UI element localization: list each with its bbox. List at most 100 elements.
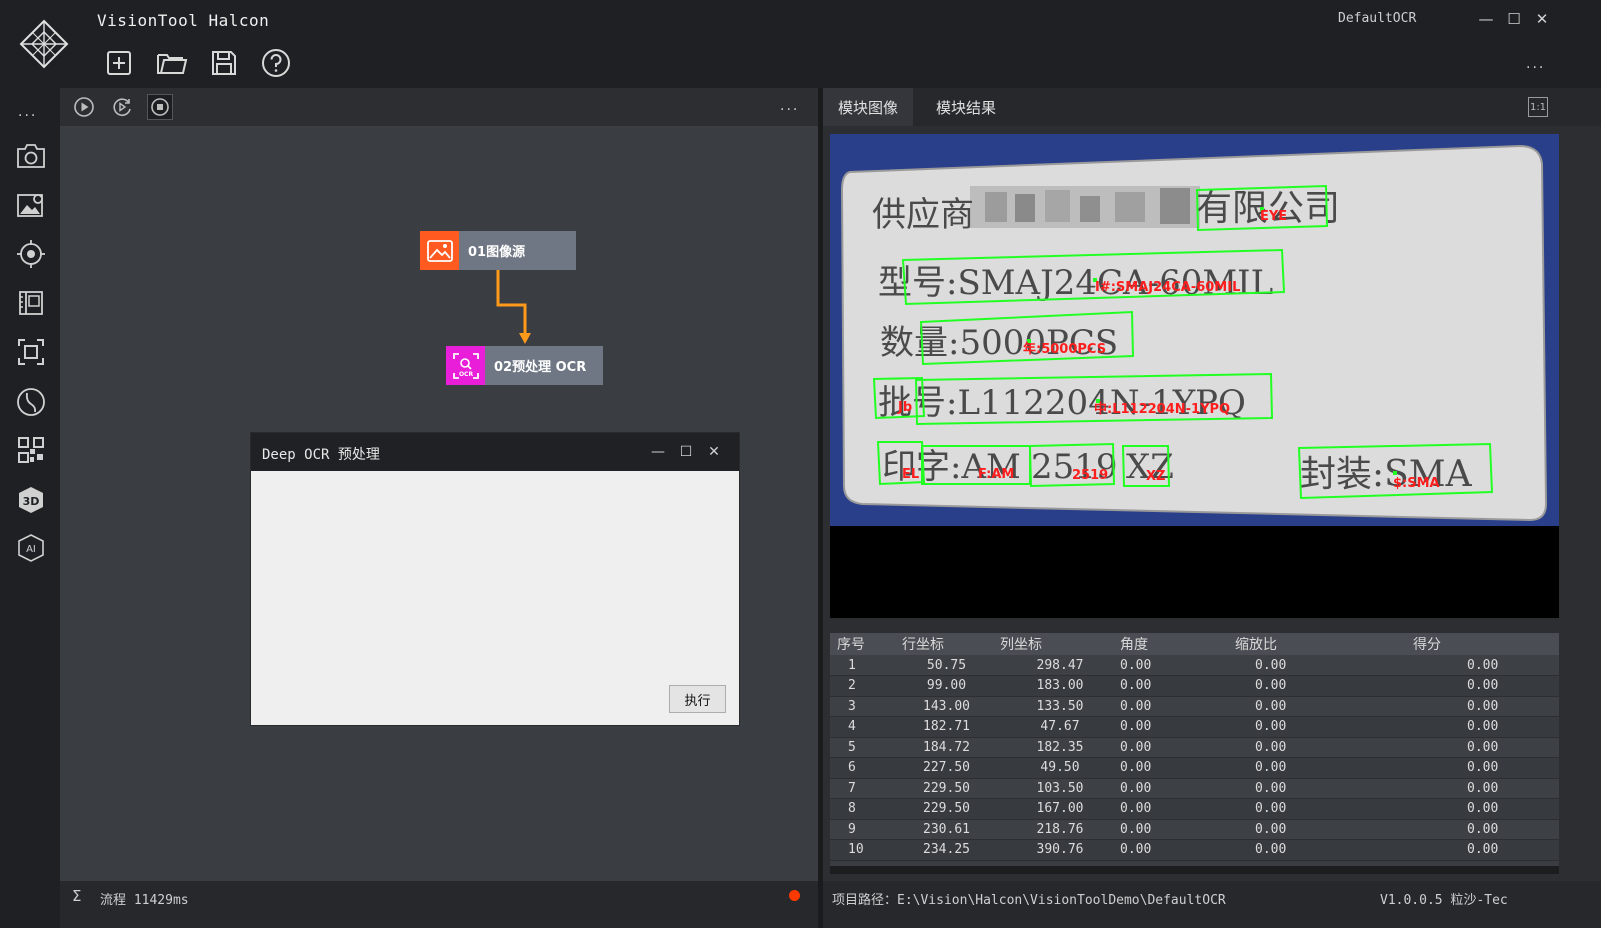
table-row[interactable]: 10 234.25 390.76 0.00 0.00 0.00	[830, 839, 1559, 861]
ocr-result-text: EYE	[1260, 209, 1287, 224]
ruler-icon	[19, 291, 43, 315]
table-cell: 229.50	[893, 778, 991, 799]
table-cell: 5	[830, 737, 893, 758]
table-cell: 182.35	[991, 737, 1120, 758]
deep-ocr-dialog: Deep OCR 预处理 — ☐ ✕ 执行	[250, 432, 740, 726]
table-cell: 10	[830, 839, 893, 861]
table-cell: 0.00	[1235, 839, 1411, 861]
execute-button[interactable]: 执行	[669, 685, 726, 713]
table-cell: 4	[830, 716, 893, 738]
sidebar-item-qrcode[interactable]	[15, 434, 47, 466]
run-once-button[interactable]	[71, 94, 97, 120]
table-cell: 298.47	[991, 655, 1120, 676]
close-button[interactable]: ✕	[1531, 8, 1553, 30]
maximize-button[interactable]: ☐	[1503, 8, 1525, 30]
save-button[interactable]	[207, 46, 241, 80]
fit-one-to-one-button[interactable]: 1:1	[1528, 97, 1548, 117]
sidebar-item-focus[interactable]	[15, 336, 47, 368]
table-row[interactable]: 2 99.00 183.00 0.00 0.00 0.00	[830, 675, 1559, 697]
open-folder-button[interactable]	[155, 46, 189, 80]
svg-text:AI: AI	[26, 544, 36, 555]
table-cell: 0.00	[1120, 757, 1235, 779]
ocr-result-text: I#:SMAJ24CA-60MIL	[1095, 280, 1240, 295]
table-cell: 0.00	[1235, 655, 1411, 676]
flow-node-ocr-preprocess[interactable]: OCR 02预处理 OCR	[446, 346, 603, 385]
dialog-titlebar[interactable]: Deep OCR 预处理 — ☐ ✕	[251, 433, 739, 471]
flow-node-label: 02预处理 OCR	[485, 346, 603, 385]
sidebar-item-curve[interactable]	[15, 386, 47, 418]
flow-more-icon[interactable]: ...	[780, 98, 799, 114]
flow-connector	[496, 270, 531, 344]
new-file-button[interactable]	[102, 46, 136, 80]
tab-module-image[interactable]: 模块图像	[823, 88, 914, 126]
col-score[interactable]: 得分	[1411, 633, 1559, 655]
image-viewer[interactable]: 供应商 有限公司 型号:SMAJ24CA-60MIL 数量:5000PCS 批号…	[830, 134, 1559, 618]
dialog-title: Deep OCR 预处理	[262, 447, 380, 463]
col-angle[interactable]: 角度	[1120, 633, 1235, 655]
loop-play-icon	[113, 98, 131, 116]
sidebar-item-locate[interactable]	[15, 238, 47, 270]
table-header-row: 序号 行坐标 列坐标 角度 缩放比 得分	[830, 633, 1559, 655]
table-row[interactable]: 4 182.71 47.67 0.00 0.00 0.00	[830, 716, 1559, 738]
table-cell: 230.61	[893, 819, 991, 840]
target-icon	[17, 240, 45, 268]
run-loop-button[interactable]	[109, 94, 135, 120]
sidebar-item-image-enhance[interactable]	[15, 189, 47, 221]
minimize-button[interactable]: —	[1475, 8, 1497, 30]
ocr-result-text: XZ	[1146, 469, 1165, 484]
dialog-maximize-button[interactable]: ☐	[675, 441, 697, 463]
table-cell: 229.50	[893, 798, 991, 820]
table-cell: 182.71	[893, 716, 991, 738]
project-path: 项目路径：E:\Vision\Halcon\VisionToolDemo\Def…	[832, 893, 1226, 908]
sidebar-item-camera[interactable]	[15, 140, 47, 172]
table-cell: 3	[830, 696, 893, 717]
col-row-coord[interactable]: 行坐标	[893, 633, 991, 655]
table-row[interactable]: 6 227.50 49.50 0.00 0.00 0.00	[830, 757, 1559, 779]
stop-icon	[151, 98, 169, 116]
save-icon	[212, 51, 236, 75]
table-cell: 0.00	[1120, 655, 1235, 676]
horizontal-scrollbar[interactable]	[830, 866, 1559, 874]
table-row[interactable]: 7 229.50 103.50 0.00 0.00 0.00	[830, 778, 1559, 799]
results-table[interactable]: 序号 行坐标 列坐标 角度 缩放比 得分 1 50.75 298.47 0.00 0.0…	[830, 633, 1559, 873]
table-cell: 167.00	[991, 798, 1120, 820]
tab-module-result[interactable]: 模块结果	[921, 88, 1011, 126]
table-cell: 0.00	[1235, 778, 1411, 799]
ocr-result-text: Jb	[897, 400, 912, 415]
app-title: VisionTool Halcon	[97, 11, 270, 30]
table-row[interactable]: 1 50.75 298.47 0.00 0.00 0.00	[830, 655, 1559, 676]
image-icon	[420, 231, 459, 270]
dialog-close-button[interactable]: ✕	[703, 441, 725, 463]
table-row[interactable]: 9 230.61 218.76 0.00 0.00 0.00	[830, 819, 1559, 840]
table-cell: 0.00	[1411, 839, 1559, 861]
table-row[interactable]: 5 184.72 182.35 0.00 0.00 0.00	[830, 737, 1559, 758]
more-icon[interactable]: ...	[1526, 56, 1545, 72]
sidebar-item-3d[interactable]: 3D	[15, 484, 47, 516]
table-row[interactable]: 8 229.50 167.00 0.00 0.00 0.00	[830, 798, 1559, 820]
table-cell: 0.00	[1235, 757, 1411, 779]
sigma-icon: Σ	[72, 887, 82, 905]
table-cell: 99.00	[893, 675, 991, 697]
flow-node-image-source[interactable]: 01图像源	[420, 231, 576, 270]
ocr-image: 供应商 有限公司 型号:SMAJ24CA-60MIL 数量:5000PCS 批号…	[830, 134, 1559, 618]
stop-button[interactable]	[147, 94, 173, 120]
play-icon	[74, 97, 94, 117]
sidebar-item-ai[interactable]: AI	[15, 532, 47, 564]
app-logo-icon	[18, 18, 70, 70]
folder-open-icon	[157, 54, 188, 74]
sidebar-item-measure[interactable]	[15, 287, 47, 319]
dialog-minimize-button[interactable]: —	[647, 441, 669, 463]
col-col-coord[interactable]: 列坐标	[991, 633, 1120, 655]
sidebar-more-icon[interactable]: ...	[18, 104, 37, 120]
table-cell: 0.00	[1235, 737, 1411, 758]
col-index[interactable]: 序号	[830, 633, 893, 655]
table-cell: 0.00	[1120, 737, 1235, 758]
table-row[interactable]: 3 143.00 133.50 0.00 0.00 0.00	[830, 696, 1559, 717]
ocr-result-text: F:AM	[978, 467, 1014, 482]
table-cell: 0.00	[1120, 798, 1235, 820]
help-button[interactable]	[259, 46, 293, 80]
status-bar-left: Σ 流程 11429ms	[60, 881, 818, 928]
table-cell: 103.50	[991, 778, 1120, 799]
col-scale[interactable]: 缩放比	[1235, 633, 1411, 655]
curve-icon	[17, 388, 45, 416]
